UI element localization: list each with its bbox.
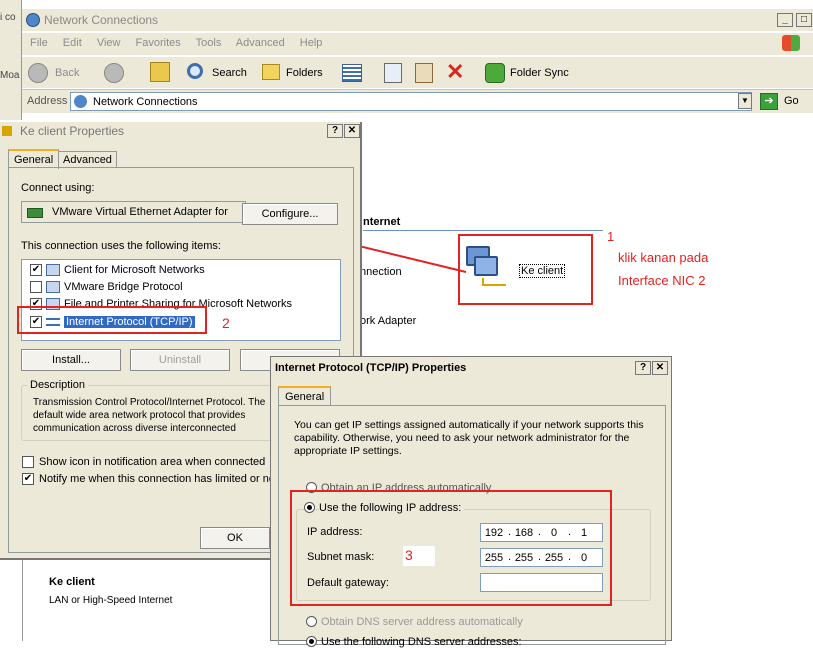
tab-general[interactable]: General: [278, 386, 332, 406]
content-text: ork Adapter: [360, 315, 417, 327]
show-icon-label: Show icon in notification area when conn…: [39, 456, 266, 468]
address-input[interactable]: Network Connections: [70, 92, 752, 111]
help-button[interactable]: ?: [635, 361, 651, 375]
tab-general[interactable]: General: [8, 149, 60, 169]
menu-tools[interactable]: Tools: [196, 37, 222, 49]
item-checkbox[interactable]: [30, 281, 42, 293]
back-label[interactable]: Back: [55, 67, 79, 79]
annotation-note: Interface NIC 2: [618, 273, 706, 288]
views-icon[interactable]: [342, 64, 362, 82]
address-label: Address: [27, 95, 68, 107]
dialog-title: Internet Protocol (TCP/IP) Properties: [275, 362, 467, 374]
annotation-number: 2: [222, 315, 230, 331]
folder-sync-label[interactable]: Folder Sync: [510, 67, 569, 79]
notify-label: Notify me when this connection has limit…: [39, 473, 271, 485]
dialog-title: Ke client Properties: [20, 124, 125, 138]
protocol-icon: [46, 281, 60, 293]
item-checkbox[interactable]: ✔: [30, 264, 42, 276]
network-icon: [26, 13, 40, 27]
delete-icon[interactable]: ✕: [446, 61, 464, 83]
windows-flag-icon: [782, 35, 800, 51]
description-label: Description: [27, 379, 89, 391]
window-title: Network Connections: [44, 13, 159, 27]
adapter-field: VMware Virtual Ethernet Adapter for: [21, 201, 246, 223]
forward-icon[interactable]: [104, 63, 124, 83]
menu-help[interactable]: Help: [300, 37, 323, 49]
notify-checkbox[interactable]: ✔: [22, 473, 34, 485]
search-label[interactable]: Search: [212, 67, 247, 79]
client-icon: [46, 264, 60, 276]
network-card-icon: [27, 208, 43, 218]
ok-button[interactable]: OK: [200, 527, 270, 549]
folders-icon[interactable]: [262, 64, 280, 80]
tab-advanced[interactable]: Advanced: [58, 151, 117, 168]
items-label: This connection uses the following items…: [21, 240, 221, 252]
connect-using-label: Connect using:: [21, 182, 95, 194]
details-pane: Ke client LAN or High-Speed Internet: [22, 560, 272, 641]
red-highlight-box: [458, 234, 593, 305]
network-icon: [74, 95, 87, 108]
menu-bar: File Edit View Favorites Tools Advanced …: [22, 33, 813, 55]
tcpip-properties-dialog: Internet Protocol (TCP/IP) Properties ? …: [270, 356, 672, 648]
menu-favorites[interactable]: Favorites: [136, 37, 181, 49]
annotation-number: 1: [607, 229, 615, 244]
background-window-strip: i co Moa: [0, 0, 22, 120]
install-button[interactable]: Install...: [21, 349, 121, 371]
minimize-button[interactable]: _: [777, 13, 793, 27]
search-icon[interactable]: [187, 63, 203, 79]
adapter-name: VMware Virtual Ethernet Adapter for: [52, 206, 228, 218]
description-text: Transmission Control Protocol/Internet P…: [33, 397, 266, 434]
partial-text: Moa: [0, 70, 20, 81]
partial-text: i co: [0, 12, 16, 23]
connection-icon: [2, 126, 12, 136]
show-icon-checkbox[interactable]: [22, 456, 34, 468]
list-item[interactable]: Client for Microsoft Networks: [64, 264, 205, 276]
folders-label[interactable]: Folders: [286, 67, 323, 79]
uninstall-button[interactable]: Uninstall: [130, 349, 230, 371]
annotation-note: klik kanan pada: [618, 250, 709, 265]
dialog-title-bar: Ke client Properties ? ✕: [0, 122, 360, 140]
content-text: nternet: [363, 216, 401, 228]
back-icon[interactable]: [28, 63, 48, 83]
intro-text: You can get IP settings assigned automat…: [294, 419, 644, 457]
dialog-title-bar: Internet Protocol (TCP/IP) Properties ? …: [271, 357, 671, 379]
use-dns-radio[interactable]: [306, 636, 317, 647]
toolbar: Back Search Folders ✕ Folder Sync: [22, 56, 813, 88]
red-highlight-box: [290, 490, 612, 606]
go-label[interactable]: Go: [784, 95, 799, 107]
copy-icon[interactable]: [384, 63, 402, 83]
address-dropdown-button[interactable]: ▼: [738, 93, 752, 109]
paste-icon[interactable]: [415, 63, 433, 83]
explorer-title-bar: Network Connections _ □: [22, 9, 813, 31]
folder-sync-icon[interactable]: [485, 63, 505, 83]
menu-advanced[interactable]: Advanced: [236, 37, 285, 49]
address-bar: Address Network Connections ▼ ➔ Go: [22, 89, 813, 113]
details-subtitle: LAN or High-Speed Internet: [49, 595, 173, 606]
configure-button[interactable]: Configure...: [242, 203, 338, 225]
go-icon[interactable]: ➔: [760, 93, 778, 110]
obtain-dns-label: Obtain DNS server address automatically: [321, 616, 523, 628]
menu-file[interactable]: File: [30, 37, 48, 49]
use-dns-label: Use the following DNS server addresses:: [321, 636, 522, 648]
list-item[interactable]: VMware Bridge Protocol: [64, 281, 183, 293]
menu-edit[interactable]: Edit: [63, 37, 82, 49]
maximize-button[interactable]: □: [796, 13, 812, 27]
close-button[interactable]: ✕: [344, 124, 360, 138]
red-highlight-box: [17, 306, 207, 334]
obtain-dns-radio[interactable]: [306, 616, 317, 627]
menu-view[interactable]: View: [97, 37, 121, 49]
address-value: Network Connections: [93, 96, 198, 108]
details-title: Ke client: [49, 576, 95, 588]
up-folder-icon[interactable]: [150, 62, 170, 82]
close-button[interactable]: ✕: [652, 361, 668, 375]
help-button[interactable]: ?: [327, 124, 343, 138]
